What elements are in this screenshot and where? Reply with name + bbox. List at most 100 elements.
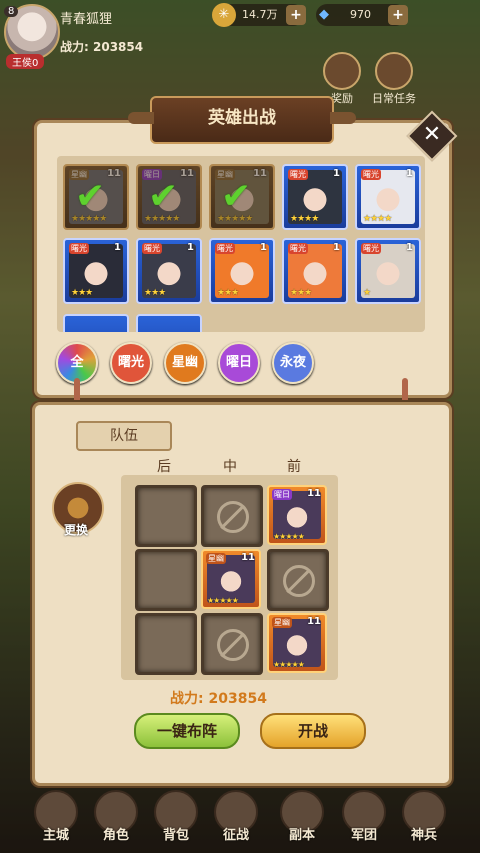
formation-empty-slot[interactable] bbox=[135, 613, 197, 675]
hero-card[interactable]: 曙光 1 ★★★ bbox=[63, 238, 129, 304]
dialog-title: 英雄出战 bbox=[128, 96, 356, 144]
team-tab[interactable]: 队伍 bbox=[76, 421, 172, 451]
blocked-icon bbox=[217, 629, 249, 661]
formation-empty-slot[interactable] bbox=[135, 485, 197, 547]
nav-label: 神兵 bbox=[410, 828, 437, 843]
nav-label: 征战 bbox=[222, 828, 249, 843]
hero-card[interactable] bbox=[136, 314, 202, 332]
star-rating: ★★★ bbox=[144, 288, 166, 298]
team-power: 战力: 203854 bbox=[170, 691, 267, 707]
diamond-resource: ◆ 970 + bbox=[316, 4, 408, 26]
blocked-icon bbox=[283, 565, 315, 597]
gift-icon bbox=[323, 52, 361, 90]
faction-badge: 曙光 bbox=[142, 243, 162, 254]
nav-label: 背包 bbox=[162, 828, 189, 843]
hero-level: 1 bbox=[406, 242, 413, 253]
formation-blocked-slot[interactable] bbox=[267, 549, 329, 611]
star-rating: ★★★★ bbox=[363, 214, 392, 224]
nav-item[interactable]: 神兵 bbox=[394, 790, 454, 843]
faction-filter-button[interactable]: 星幽 bbox=[164, 342, 206, 384]
add-coin-button[interactable]: + bbox=[286, 5, 306, 25]
hero-card[interactable]: 曜日 11 ★★★★★ ✔ bbox=[136, 164, 202, 230]
hero-level: 1 bbox=[114, 242, 121, 253]
hero-level: 11 bbox=[307, 616, 321, 627]
hero-card[interactable] bbox=[63, 314, 129, 332]
start-battle-button[interactable]: 开战 bbox=[260, 713, 366, 749]
hero-level: 1 bbox=[333, 168, 340, 179]
star-rating: ★★★ bbox=[217, 288, 239, 298]
hero-card[interactable]: 曙光 1 ★★★ bbox=[136, 238, 202, 304]
hero-grid[interactable]: 星幽 11 ★★★★★ ✔ 曜日 11 ★★★★★ ✔ 星幽 11 ★★★★★ ✔ 曙光 1 ★★★★ 曙光 1… bbox=[57, 156, 425, 332]
faction-badge: 曙光 bbox=[361, 243, 381, 254]
faction-badge: 星幽 bbox=[206, 553, 226, 564]
hero-card[interactable]: 曙光 1 ★★★★ bbox=[355, 164, 421, 230]
auto-formation-button[interactable]: 一键布阵 bbox=[134, 713, 240, 749]
nav-item[interactable]: 军团 bbox=[334, 790, 394, 843]
nav-item[interactable]: 背包 bbox=[146, 790, 206, 843]
faction-filter-button[interactable]: 曙光 bbox=[110, 342, 152, 384]
faction-badge: 曙光 bbox=[215, 243, 235, 254]
player-rank-badge: 王侯0 bbox=[6, 54, 45, 69]
hero-level: 1 bbox=[406, 168, 413, 179]
add-diamond-button[interactable]: + bbox=[388, 5, 408, 25]
nav-item[interactable]: 主城 bbox=[26, 790, 86, 843]
star-rating: ★★★ bbox=[290, 288, 312, 298]
hero-level: 1 bbox=[187, 242, 194, 253]
formation-hero-slot[interactable]: 星幽 11 ★★★★★ bbox=[201, 549, 261, 609]
coin-icon: ✳ bbox=[212, 3, 236, 27]
nav-item[interactable]: 征战 bbox=[206, 790, 266, 843]
coin-resource: ✳ 14.7万 + bbox=[212, 3, 306, 27]
hero-card[interactable]: 曙光 1 ★★★ bbox=[282, 238, 348, 304]
faction-badge: 曙光 bbox=[288, 169, 308, 180]
hero-card[interactable]: 曙光 1 ★★★ bbox=[209, 238, 275, 304]
column-front-label: 前 bbox=[287, 459, 301, 475]
daily-task-shortcut[interactable]: 日常任务 bbox=[370, 52, 418, 106]
check-icon: ✔ bbox=[148, 176, 179, 217]
nav-label: 军团 bbox=[350, 828, 377, 843]
hero-card[interactable]: 星幽 11 ★★★★★ ✔ bbox=[63, 164, 129, 230]
bottom-nav: 主城 角色 背包 征战 副本 军团 神兵 bbox=[0, 790, 480, 853]
star-rating: ★ bbox=[363, 288, 371, 298]
faction-badge: 曜日 bbox=[272, 489, 292, 500]
blocked-icon bbox=[217, 501, 249, 533]
hero-card[interactable]: 星幽 11 ★★★★★ ✔ bbox=[209, 164, 275, 230]
top-bar: 8 青春狐狸 战力: 203854 王侯0 ✳ 14.7万 + ◆ 970 + … bbox=[0, 0, 480, 105]
formation-blocked-slot[interactable] bbox=[201, 613, 263, 675]
formation-hero-slot[interactable]: 曜日 11 ★★★★★ bbox=[267, 485, 327, 545]
star-rating: ★★★★★ bbox=[207, 596, 239, 605]
hero-level: 11 bbox=[307, 488, 321, 499]
star-rating: ★★★★★ bbox=[273, 660, 305, 669]
formation-blocked-slot[interactable] bbox=[201, 485, 263, 547]
faction-filter-button[interactable]: 永夜 bbox=[272, 342, 314, 384]
formation-empty-slot[interactable] bbox=[135, 549, 197, 611]
hero-level: 1 bbox=[333, 242, 340, 253]
player-power: 战力: 203854 bbox=[60, 40, 144, 54]
close-icon: ✕ bbox=[422, 122, 442, 147]
faction-badge: 星幽 bbox=[272, 617, 292, 628]
check-icon: ✔ bbox=[221, 176, 252, 217]
star-rating: ★★★ bbox=[71, 288, 93, 298]
hero-level: 1 bbox=[260, 242, 267, 253]
nav-item[interactable]: 角色 bbox=[86, 790, 146, 843]
player-level: 8 bbox=[4, 6, 19, 17]
nav-label: 角色 bbox=[102, 828, 129, 843]
hero-level: 11 bbox=[241, 552, 255, 563]
star-rating: ★★★★★ bbox=[273, 532, 305, 541]
check-icon: ✔ bbox=[75, 176, 106, 217]
column-middle-label: 中 bbox=[223, 459, 237, 475]
faction-filter-button[interactable]: 曜日 bbox=[218, 342, 260, 384]
hero-card[interactable]: 曙光 1 ★★★★ bbox=[282, 164, 348, 230]
nav-label: 主城 bbox=[42, 828, 69, 843]
formation-grid: 曜日 11 ★★★★★ 星幽 11 ★★★★★ 星幽 11 ★★★★★ bbox=[121, 475, 338, 680]
task-icon bbox=[375, 52, 413, 90]
faction-badge: 曙光 bbox=[361, 169, 381, 180]
column-back-label: 后 bbox=[157, 459, 171, 475]
nav-item[interactable]: 副本 bbox=[272, 790, 332, 843]
player-name: 青春狐狸 bbox=[60, 12, 113, 27]
formation-hero-slot[interactable]: 星幽 11 ★★★★★ bbox=[267, 613, 327, 673]
faction-badge: 曙光 bbox=[288, 243, 308, 254]
diamond-icon: ◆ bbox=[319, 7, 329, 22]
faction-badge: 曙光 bbox=[69, 243, 89, 254]
nav-label: 副本 bbox=[288, 828, 315, 843]
hero-card[interactable]: 曙光 1 ★ bbox=[355, 238, 421, 304]
